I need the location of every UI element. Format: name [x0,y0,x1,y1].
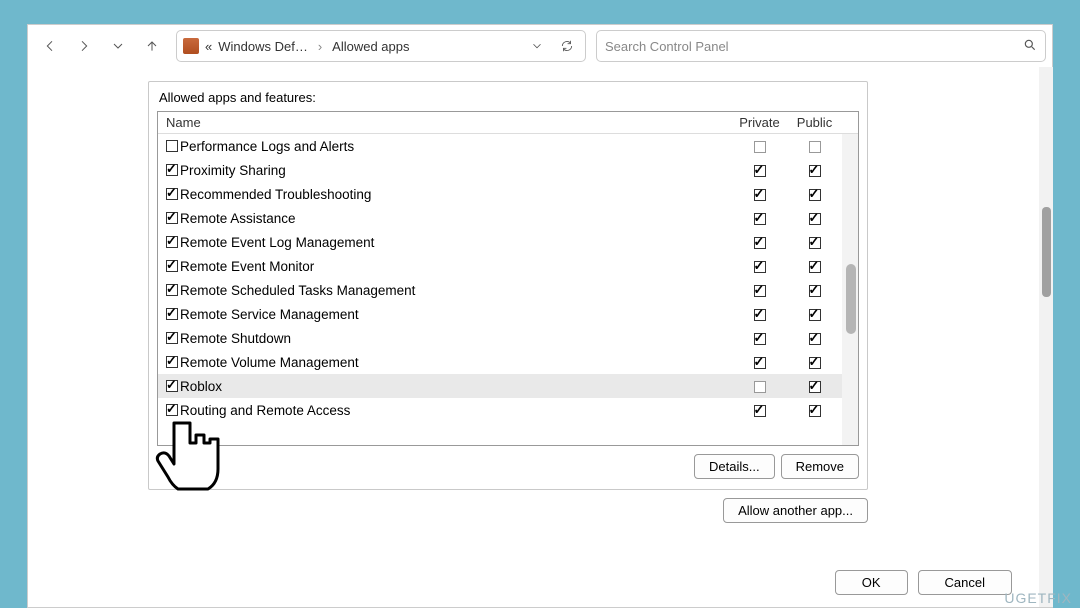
private-checkbox[interactable] [754,237,766,249]
app-name-label: Proximity Sharing [180,163,286,178]
allowed-apps-group: Allowed apps and features: Name Private … [148,81,868,490]
refresh-button[interactable] [555,39,579,53]
content-scrollbar-thumb[interactable] [1042,207,1051,297]
public-checkbox[interactable] [809,237,821,249]
address-bar[interactable]: « Windows Def… › Allowed apps [176,30,586,62]
app-enable-checkbox[interactable] [166,284,178,296]
app-name-label: Roblox [180,379,222,394]
toolbar: « Windows Def… › Allowed apps Search Con… [28,25,1052,67]
app-name-label: Recommended Troubleshooting [180,187,371,202]
app-name-label: Remote Volume Management [180,355,359,370]
table-row[interactable]: Remote Event Log Management [158,230,858,254]
table-row[interactable]: Remote Assistance [158,206,858,230]
public-checkbox[interactable] [809,261,821,273]
header-name[interactable]: Name [158,115,732,130]
address-dropdown[interactable] [525,39,549,53]
header-public[interactable]: Public [787,115,842,130]
app-name-label: Remote Scheduled Tasks Management [180,283,415,298]
public-checkbox[interactable] [809,213,821,225]
app-enable-checkbox[interactable] [166,212,178,224]
private-checkbox[interactable] [754,189,766,201]
list-scrollbar[interactable] [842,134,858,445]
remove-button[interactable]: Remove [781,454,859,479]
public-checkbox[interactable] [809,381,821,393]
app-enable-checkbox[interactable] [166,332,178,344]
apps-listbox[interactable]: Name Private Public Performance Logs and… [157,111,859,446]
table-row[interactable]: Recommended Troubleshooting [158,182,858,206]
forward-button[interactable] [68,30,100,62]
ok-button[interactable]: OK [835,570,908,595]
private-checkbox[interactable] [754,213,766,225]
chevron-right-icon: › [318,39,322,54]
public-checkbox[interactable] [809,165,821,177]
private-checkbox[interactable] [754,165,766,177]
app-enable-checkbox[interactable] [166,140,178,152]
private-checkbox[interactable] [754,141,766,153]
table-row[interactable]: Performance Logs and Alerts [158,134,858,158]
search-placeholder: Search Control Panel [605,39,729,54]
table-row[interactable]: Routing and Remote Access [158,398,858,422]
private-checkbox[interactable] [754,333,766,345]
group-title: Allowed apps and features: [149,90,867,111]
search-input[interactable]: Search Control Panel [596,30,1046,62]
breadcrumb-1[interactable]: Windows Def… [218,39,308,54]
app-enable-checkbox[interactable] [166,188,178,200]
cancel-button[interactable]: Cancel [918,570,1012,595]
content-area: Allowed apps and features: Name Private … [28,67,1052,607]
app-enable-checkbox[interactable] [166,356,178,368]
header-private[interactable]: Private [732,115,787,130]
breadcrumb-prefix: « [205,39,212,54]
breadcrumb-2[interactable]: Allowed apps [332,39,409,54]
app-name-label: Remote Shutdown [180,331,291,346]
private-checkbox[interactable] [754,285,766,297]
app-name-label: Remote Assistance [180,211,296,226]
allow-another-app-button[interactable]: Allow another app... [723,498,868,523]
private-checkbox[interactable] [754,261,766,273]
private-checkbox[interactable] [754,381,766,393]
app-enable-checkbox[interactable] [166,260,178,272]
public-checkbox[interactable] [809,309,821,321]
public-checkbox[interactable] [809,285,821,297]
firewall-icon [183,38,199,54]
app-name-label: Routing and Remote Access [180,403,350,418]
table-row[interactable]: Proximity Sharing [158,158,858,182]
up-button[interactable] [136,30,168,62]
private-checkbox[interactable] [754,405,766,417]
public-checkbox[interactable] [809,405,821,417]
list-scrollbar-thumb[interactable] [846,264,856,334]
app-enable-checkbox[interactable] [166,380,178,392]
watermark: UGETFIX [1004,590,1072,606]
public-checkbox[interactable] [809,141,821,153]
list-header: Name Private Public [158,112,858,134]
content-scrollbar[interactable] [1039,67,1053,607]
search-icon [1023,38,1037,55]
private-checkbox[interactable] [754,357,766,369]
table-row[interactable]: Remote Volume Management [158,350,858,374]
back-button[interactable] [34,30,66,62]
table-row[interactable]: Remote Service Management [158,302,858,326]
table-row[interactable]: Roblox [158,374,858,398]
app-name-label: Remote Event Log Management [180,235,374,250]
app-enable-checkbox[interactable] [166,308,178,320]
public-checkbox[interactable] [809,189,821,201]
window: « Windows Def… › Allowed apps Search Con… [27,24,1053,608]
public-checkbox[interactable] [809,357,821,369]
public-checkbox[interactable] [809,333,821,345]
table-row[interactable]: Remote Scheduled Tasks Management [158,278,858,302]
app-name-label: Remote Event Monitor [180,259,314,274]
recent-dropdown[interactable] [102,30,134,62]
app-name-label: Performance Logs and Alerts [180,139,354,154]
table-row[interactable]: Remote Event Monitor [158,254,858,278]
app-enable-checkbox[interactable] [166,404,178,416]
app-enable-checkbox[interactable] [166,236,178,248]
table-row[interactable]: Remote Shutdown [158,326,858,350]
details-button[interactable]: Details... [694,454,775,479]
private-checkbox[interactable] [754,309,766,321]
app-enable-checkbox[interactable] [166,164,178,176]
app-name-label: Remote Service Management [180,307,359,322]
